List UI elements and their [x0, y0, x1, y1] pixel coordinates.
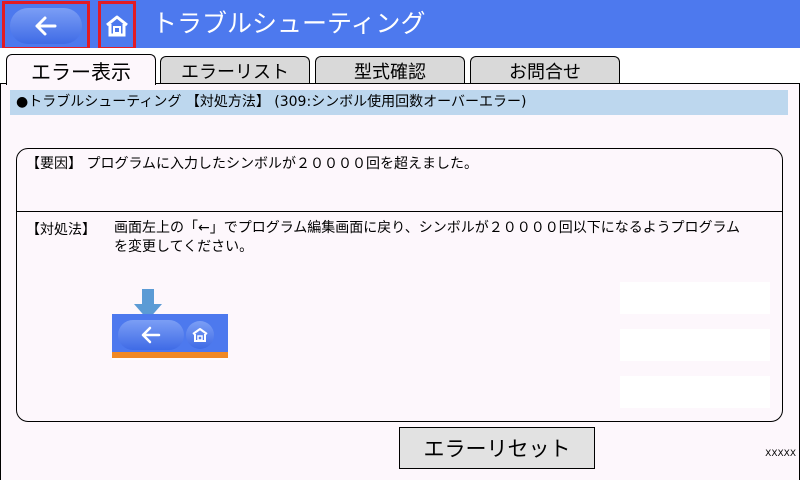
- instruction-image: [112, 314, 228, 360]
- home-button[interactable]: [98, 1, 136, 50]
- back-button-pill[interactable]: [10, 7, 82, 44]
- tab-error-list[interactable]: エラーリスト: [160, 56, 310, 84]
- remedy-label: 【対処法】: [26, 222, 96, 238]
- home-icon: [106, 15, 128, 36]
- arrow-left-icon: [141, 326, 161, 344]
- tab-bar: エラー表示 エラーリスト 型式確認 お問合せ: [0, 48, 800, 85]
- info-box-divider: [16, 211, 783, 212]
- arrow-left-icon: [35, 16, 57, 35]
- screen-code: XXXXX: [765, 449, 796, 459]
- remedy-text: 画面左上の「←」でプログラム編集画面に戻り、シンボルが２００００回以下になるよう…: [114, 220, 741, 255]
- blank-field: [620, 282, 770, 314]
- tab-model-check[interactable]: 型式確認: [315, 56, 465, 84]
- cause-text: 【要因】 プログラムに入力したシンボルが２００００回を超えました。: [26, 156, 479, 172]
- blank-field: [620, 329, 770, 361]
- tab-error-display[interactable]: エラー表示: [6, 54, 156, 85]
- instruction-home-circle: [186, 321, 214, 349]
- home-icon: [192, 328, 208, 342]
- instruction-white-strip: [112, 358, 228, 360]
- error-reset-button[interactable]: エラーリセット: [399, 427, 595, 469]
- tab-contact[interactable]: お問合せ: [470, 56, 620, 84]
- blank-field: [620, 376, 770, 408]
- instruction-back-pill: [118, 320, 184, 350]
- section-heading: ●トラブルシューティング 【対処方法】 (309:シンボル使用回数オーバーエラー…: [10, 90, 788, 115]
- page-title: トラブルシューティング: [152, 9, 426, 38]
- back-button[interactable]: [2, 1, 90, 50]
